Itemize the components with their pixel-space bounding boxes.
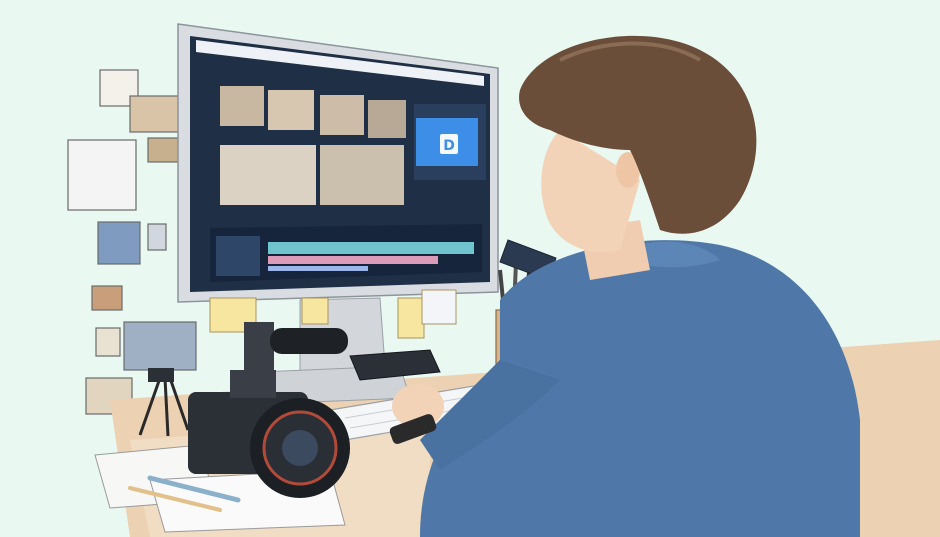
wall-photo [97,221,141,265]
wall-photo [147,223,167,251]
preview-main [320,145,404,205]
illustration-scene: D [0,0,940,537]
preview-left [220,145,316,205]
small-camera [148,368,174,382]
video-thumb [220,86,264,126]
wall-photo [123,321,197,371]
illustration-svg: D [0,0,940,537]
shotgun-mic [270,328,348,354]
timeline-tracklist [216,236,260,276]
video-thumb [320,95,364,135]
video-thumb [268,90,314,130]
timeline-track [268,266,368,271]
panel-logo-letter: D [443,138,455,154]
wall-photo [129,95,183,133]
timeline-track [268,242,474,254]
wall-photo [67,139,137,211]
wall-photo [95,327,121,357]
wall-photo [91,285,123,311]
timeline-track [268,256,438,264]
video-thumb [368,100,406,138]
